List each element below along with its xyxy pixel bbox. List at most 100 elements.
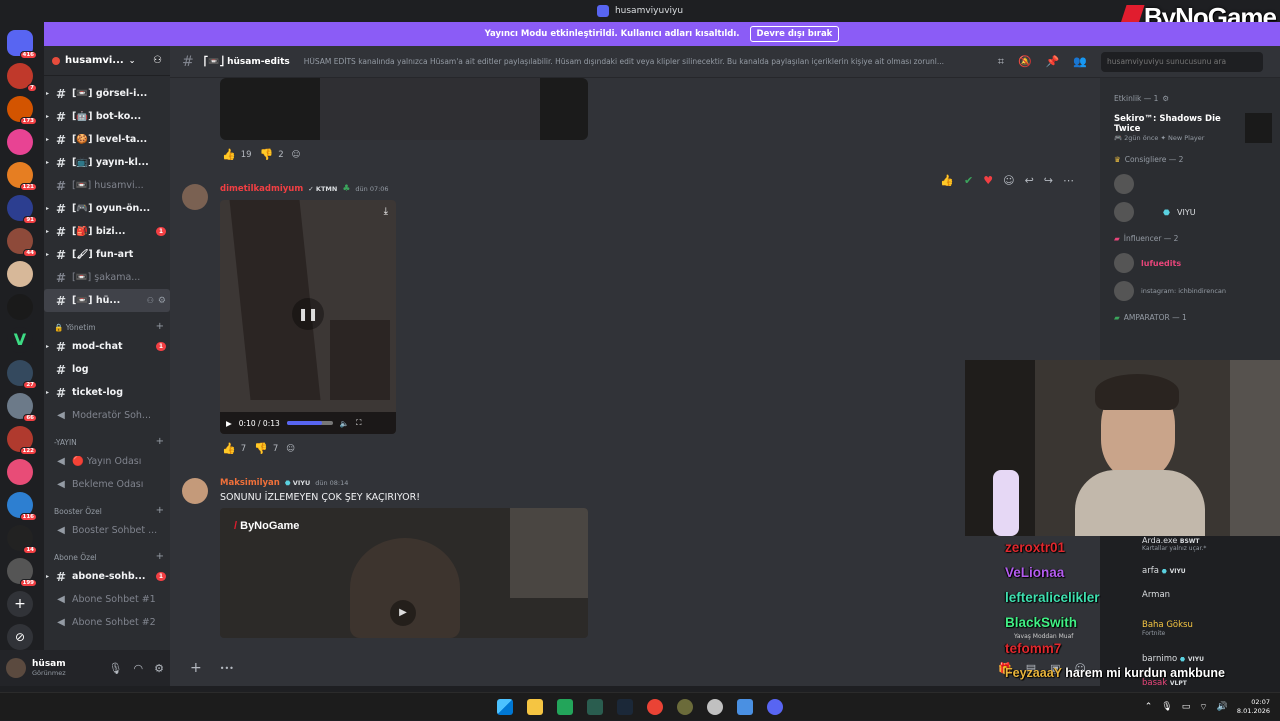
avatar[interactable] bbox=[182, 184, 208, 210]
gear-icon[interactable]: ⚙ bbox=[158, 296, 166, 306]
app-icon[interactable] bbox=[587, 698, 603, 715]
search-input[interactable] bbox=[1101, 51, 1264, 72]
channel-level-tablo[interactable]: ▸ # [🍪] level-ta... bbox=[44, 128, 170, 151]
channel-mod-chat[interactable]: ▸ # mod-chat 1 bbox=[44, 335, 170, 358]
message-author[interactable]: Maksimilyan bbox=[220, 478, 280, 488]
channel-booster-sohbet[interactable]: ◀ Booster Sohbet ... bbox=[44, 519, 170, 542]
download-icon[interactable]: ⤓ bbox=[384, 206, 388, 217]
category-yayin[interactable]: -YAYIN + bbox=[44, 427, 170, 450]
server-icon[interactable] bbox=[7, 261, 33, 287]
terminal-icon[interactable] bbox=[557, 698, 573, 715]
channel-gorsel[interactable]: ▸ # [📼] görsel-i... bbox=[44, 82, 170, 105]
member-item[interactable]: lufuedits bbox=[1114, 249, 1272, 277]
channel-abone-sohbet-1[interactable]: ◀ Abone Sohbet #1 bbox=[44, 588, 170, 611]
network-icon[interactable]: ⌔ bbox=[1199, 702, 1207, 713]
channel-ticket-log[interactable]: ▸ # ticket-log bbox=[44, 381, 170, 404]
channel-husamvi[interactable]: # [📼] husamvi... bbox=[44, 174, 170, 197]
server-icon[interactable]: 173 bbox=[7, 96, 37, 125]
check-icon[interactable]: ✔ bbox=[964, 174, 973, 187]
file-explorer-icon[interactable] bbox=[527, 698, 543, 715]
reaction-thumbs-up[interactable]: 👍 7 bbox=[222, 442, 246, 455]
more-icon[interactable]: ⋯ bbox=[1063, 174, 1074, 187]
category-booster[interactable]: Booster Özel + bbox=[44, 496, 170, 519]
add-channel-icon[interactable]: + bbox=[156, 551, 164, 562]
gear-icon[interactable]: ⚙ bbox=[1162, 94, 1169, 103]
mic-icon[interactable]: 🎙 bbox=[1161, 702, 1172, 712]
server-icon[interactable]: V bbox=[7, 327, 33, 353]
message-composer[interactable]: + ••• 🎁 ▤ ▣ ☺ bbox=[170, 650, 1100, 686]
server-icon[interactable]: 199 bbox=[7, 558, 37, 587]
chrome-icon[interactable] bbox=[647, 698, 663, 715]
add-server-icon[interactable]: + bbox=[7, 591, 33, 617]
channel-topic[interactable]: HÜSAM EDİTS kanalında yalnızca Hüsam'a a… bbox=[304, 57, 984, 66]
member-item[interactable] bbox=[1114, 170, 1272, 198]
pin-icon[interactable]: 📌 bbox=[1046, 55, 1060, 69]
server-icon[interactable]: 116 bbox=[7, 492, 37, 521]
add-friend-icon[interactable]: ⚇ bbox=[153, 55, 162, 66]
server-icon[interactable] bbox=[7, 129, 33, 155]
channel-yayin-odasi[interactable]: ◀ 🔴 Yayın Odası bbox=[44, 450, 170, 473]
threads-icon[interactable]: ⌗ bbox=[998, 55, 1004, 69]
server-icon[interactable] bbox=[7, 459, 33, 485]
reaction-thumbs-down[interactable]: 👎 7 bbox=[254, 442, 278, 455]
server-icon[interactable]: 66 bbox=[7, 393, 37, 422]
reaction-thumbs-up[interactable]: 👍 19 bbox=[222, 148, 252, 161]
activity-card[interactable]: Sekiro™: Shadows Die Twice 🎮 2gün önce ✦… bbox=[1114, 109, 1272, 147]
server-icon[interactable]: 91 bbox=[7, 195, 37, 224]
disable-streamer-mode-button[interactable]: Devre dışı bırak bbox=[749, 26, 840, 42]
clock[interactable]: 02:07 8.01.2026 bbox=[1237, 698, 1270, 716]
volume-icon[interactable]: 🔊 bbox=[1217, 702, 1228, 712]
server-icon[interactable]: 122 bbox=[7, 426, 37, 455]
discover-icon[interactable]: ⊘ bbox=[7, 624, 33, 650]
heart-icon[interactable]: ♥ bbox=[983, 174, 993, 187]
forward-icon[interactable]: ↪ bbox=[1044, 174, 1053, 187]
member-list-icon[interactable]: 👥 bbox=[1073, 55, 1087, 69]
channel-log[interactable]: # log bbox=[44, 358, 170, 381]
message-author[interactable]: dimetilkadmiyum bbox=[220, 184, 303, 194]
microphone-icon[interactable]: 🎙 bbox=[109, 662, 123, 675]
image-attachment[interactable] bbox=[220, 78, 588, 140]
discord-icon[interactable] bbox=[767, 698, 783, 715]
fullscreen-icon[interactable]: ⛶ bbox=[356, 418, 361, 428]
direct-messages-icon[interactable]: 416 bbox=[7, 30, 37, 59]
headphones-icon[interactable]: ◠ bbox=[134, 662, 144, 675]
channel-moderator-sohbet[interactable]: ◀ Moderatör Soh... bbox=[44, 404, 170, 427]
channel-husam-edits[interactable]: # [📼] hü... ⚇ ⚙ bbox=[44, 289, 170, 312]
channel-yayin-klip[interactable]: ▸ # [📺] yayın-kl... bbox=[44, 151, 170, 174]
play-icon[interactable]: ▶ bbox=[226, 419, 232, 428]
avatar[interactable] bbox=[6, 658, 26, 678]
reply-icon[interactable]: ↩ bbox=[1025, 174, 1034, 187]
add-attachment-icon[interactable]: + bbox=[190, 660, 202, 676]
steam-icon[interactable] bbox=[617, 698, 633, 715]
thumbs-up-icon[interactable]: 👍 bbox=[940, 174, 954, 187]
channel-sakama[interactable]: # [📼] şakama... bbox=[44, 266, 170, 289]
chevron-up-icon[interactable]: ⌃ bbox=[1145, 702, 1153, 712]
reaction-thumbs-down[interactable]: 👎 2 bbox=[260, 148, 284, 161]
notifications-muted-icon[interactable]: 🔕 bbox=[1018, 55, 1032, 69]
channel-fun-art[interactable]: ▸ # [🖌] fun-art bbox=[44, 243, 170, 266]
avatar[interactable] bbox=[182, 478, 208, 504]
member-item[interactable]: instagram: ichbindirencan bbox=[1114, 277, 1272, 305]
server-header[interactable]: husamvi... ⌄ ⚇ bbox=[44, 46, 170, 76]
app-icon[interactable] bbox=[677, 698, 693, 715]
video-attachment[interactable]: ⤓ ❚❚ ▶ 0:10 / 0:13 🔈 ⛶ bbox=[220, 200, 396, 434]
app-icon[interactable] bbox=[737, 698, 753, 715]
pause-icon[interactable]: ❚❚ bbox=[292, 298, 324, 330]
channel-bot-komut[interactable]: ▸ # [🤖] bot-ko... bbox=[44, 105, 170, 128]
obs-icon[interactable] bbox=[707, 698, 723, 715]
add-channel-icon[interactable]: + bbox=[156, 436, 164, 447]
server-icon[interactable] bbox=[7, 294, 33, 320]
play-icon[interactable]: ▶ bbox=[390, 600, 416, 626]
invite-icon[interactable]: ⚇ bbox=[147, 296, 154, 305]
server-icon[interactable]: 44 bbox=[7, 228, 37, 257]
add-channel-icon[interactable]: + bbox=[156, 321, 164, 332]
display-icon[interactable]: ▭ bbox=[1182, 702, 1191, 712]
add-channel-icon[interactable]: + bbox=[156, 505, 164, 516]
windows-start-icon[interactable] bbox=[497, 698, 513, 715]
channel-bekleme-odasi[interactable]: ◀ Bekleme Odası bbox=[44, 473, 170, 496]
gear-icon[interactable]: ⚙ bbox=[154, 662, 164, 675]
server-icon[interactable]: 14 bbox=[7, 525, 37, 554]
video-attachment[interactable]: / ByNoGame ▶ bbox=[220, 508, 588, 638]
server-icon[interactable]: 7 bbox=[7, 63, 37, 92]
category-abone[interactable]: Abone Özel + bbox=[44, 542, 170, 565]
